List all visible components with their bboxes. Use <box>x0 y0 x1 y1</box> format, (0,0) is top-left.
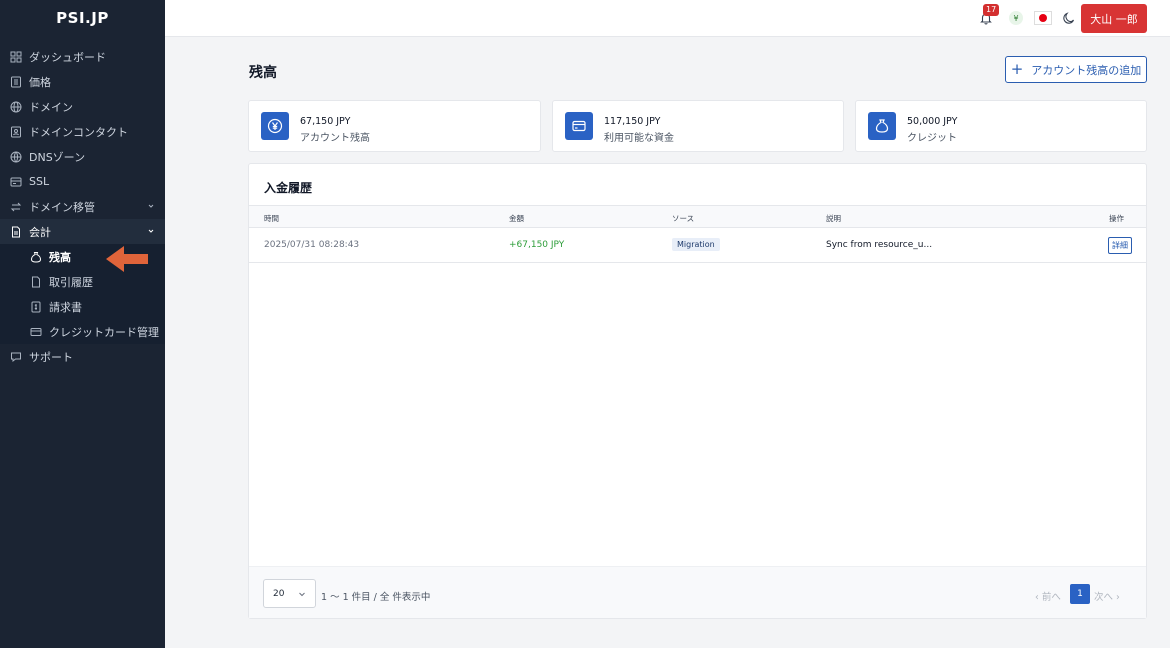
table-row: 2025/07/31 08:28:43 +67,150 JPY Migratio… <box>249 228 1146 263</box>
annotation-arrow-icon <box>106 246 148 272</box>
pagination-info: 1 ～ 1 件目 / 全 件表示中 <box>321 592 431 603</box>
moon-icon[interactable] <box>1062 11 1076 25</box>
sidebar-item-ssl[interactable]: SSL <box>0 169 165 194</box>
contact-icon <box>10 126 22 138</box>
detail-button[interactable]: 詳細 <box>1108 237 1132 254</box>
sidebar-item-label: SSL <box>29 175 50 188</box>
accounting-icon <box>10 226 22 238</box>
column-header-description[interactable]: 説明 <box>826 213 841 224</box>
credit-card-icon <box>30 326 42 338</box>
sidebar-item-domain-contact[interactable]: ドメインコンタクト <box>0 119 165 144</box>
prev-page-label: 前へ <box>1041 592 1061 603</box>
sidebar-item-label: 会計 <box>29 225 51 239</box>
topbar: 17 ¥ 大山 一郎 <box>165 0 1170 37</box>
sidebar-item-label: 価格 <box>29 75 51 89</box>
user-menu-button[interactable]: 大山 一郎 <box>1081 4 1147 33</box>
stat-value: 67,150 JPY <box>300 116 351 127</box>
page-size-select[interactable]: 20 <box>263 579 316 608</box>
ssl-icon <box>10 176 22 188</box>
dashboard-icon <box>10 51 22 63</box>
sidebar-nav: ダッシュボード 価格 ドメイン ドメインコンタクト DNSゾーン SSL ドメイ… <box>0 44 165 369</box>
sidebar-item-dashboard[interactable]: ダッシュボード <box>0 44 165 69</box>
stat-value: 117,150 JPY <box>604 116 661 127</box>
stat-label: アカウント残高 <box>300 133 370 144</box>
sidebar-item-label: DNSゾーン <box>29 150 86 164</box>
japan-flag-icon[interactable] <box>1034 11 1052 25</box>
stat-card-available-funds: 117,150 JPY 利用可能な資金 <box>552 100 844 152</box>
sidebar-item-domain-transfer[interactable]: ドメイン移管 <box>0 194 165 219</box>
sidebar-item-accounting[interactable]: 会計 <box>0 219 165 244</box>
dns-icon <box>10 151 22 163</box>
sidebar-item-label: ドメイン移管 <box>29 200 95 214</box>
sidebar-item-label: 残高 <box>49 250 71 264</box>
source-badge: Migration <box>672 238 720 251</box>
document-icon <box>30 276 42 288</box>
chevron-down-icon <box>148 204 154 208</box>
cell-time: 2025/07/31 08:28:43 <box>264 240 360 250</box>
column-header-source[interactable]: ソース <box>672 213 694 224</box>
next-page-label: 次へ <box>1094 592 1114 603</box>
sidebar-item-support[interactable]: サポート <box>0 344 165 369</box>
chevron-down-icon <box>299 592 305 597</box>
invoice-icon <box>30 301 42 313</box>
moneybag-icon <box>30 251 42 263</box>
card-title: 入金履歴 <box>264 181 313 195</box>
transfer-icon <box>10 201 22 213</box>
sidebar-item-label: 取引履歴 <box>49 275 93 289</box>
column-header-time[interactable]: 時間 <box>264 213 279 224</box>
notification-badge: 17 <box>983 4 1000 16</box>
add-balance-label: アカウント残高の追加 <box>1031 63 1142 77</box>
cell-description: Sync from resource_u... <box>826 240 933 250</box>
sidebar-item-dns-zone[interactable]: DNSゾーン <box>0 144 165 169</box>
prev-page-button[interactable]: ‹ 前へ <box>1035 589 1061 603</box>
sidebar-item-invoices[interactable]: 請求書 <box>0 294 165 319</box>
chat-icon <box>10 351 22 363</box>
sidebar-item-label: ダッシュボード <box>29 50 106 64</box>
next-page-button[interactable]: 次へ › <box>1094 589 1120 603</box>
card-icon <box>565 112 593 140</box>
stat-label: 利用可能な資金 <box>604 133 674 144</box>
cell-amount: +67,150 JPY <box>509 240 565 250</box>
globe-icon <box>10 101 22 113</box>
page-number-current[interactable]: 1 <box>1070 584 1090 604</box>
stat-card-credit: 50,000 JPY クレジット <box>855 100 1147 152</box>
price-icon <box>10 76 22 88</box>
column-header-amount[interactable]: 金額 <box>509 213 524 224</box>
sidebar-item-domain[interactable]: ドメイン <box>0 94 165 119</box>
chevron-down-icon <box>148 229 154 233</box>
stat-value: 50,000 JPY <box>907 116 958 127</box>
sidebar-item-label: ドメイン <box>29 100 73 114</box>
yen-icon[interactable]: ¥ <box>1009 11 1023 25</box>
plus-icon: + <box>1010 60 1024 78</box>
add-balance-button[interactable]: + アカウント残高の追加 <box>1005 56 1147 83</box>
pagination-bar: 20 1 ～ 1 件目 / 全 件表示中 ‹ 前へ 1 次へ › <box>249 566 1146 618</box>
moneybag-icon <box>868 112 896 140</box>
table-header: 時間 金額 ソース 説明 操作 <box>249 205 1146 228</box>
yen-circle-icon <box>261 112 289 140</box>
stat-card-account-balance: 67,150 JPY アカウント残高 <box>248 100 541 152</box>
sidebar-item-label: サポート <box>29 350 73 364</box>
sidebar-item-label: ドメインコンタクト <box>29 125 128 139</box>
app-logo[interactable]: PSI.JP <box>0 0 165 36</box>
sidebar-item-label: クレジットカード管理 <box>49 325 159 339</box>
column-header-action: 操作 <box>1109 214 1124 223</box>
deposit-history-card: 入金履歴 時間 金額 ソース 説明 操作 2025/07/31 08:28:43… <box>248 163 1147 619</box>
page-size-value: 20 <box>273 588 285 599</box>
stat-label: クレジット <box>907 133 957 144</box>
sidebar-item-credit-card[interactable]: クレジットカード管理 <box>0 319 165 344</box>
sidebar-item-price[interactable]: 価格 <box>0 69 165 94</box>
sidebar: PSI.JP ダッシュボード 価格 ドメイン ドメインコンタクト DNSゾーン … <box>0 0 165 648</box>
page-title: 残高 <box>249 65 277 81</box>
sidebar-item-label: 請求書 <box>49 300 82 314</box>
